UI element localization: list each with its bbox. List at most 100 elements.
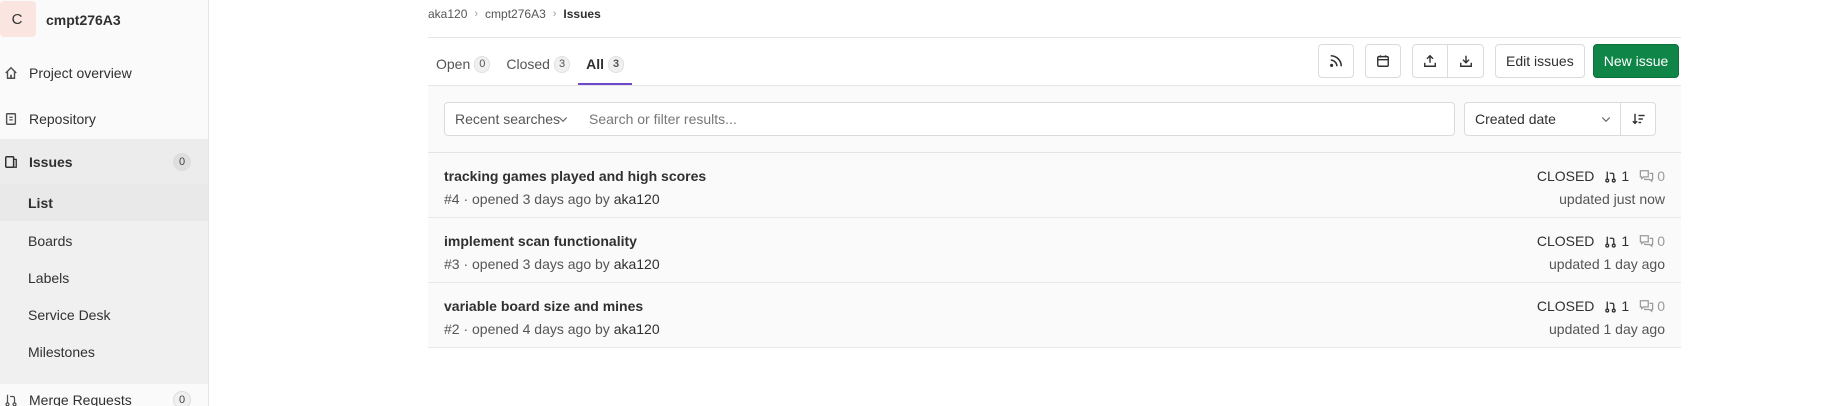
- tab-label: All: [586, 56, 604, 72]
- issue-meta-text: #2 · opened 4 days ago by: [444, 321, 610, 337]
- sidebar-subitem-labels[interactable]: Labels: [0, 259, 208, 296]
- issue-comment-count: 0: [1657, 168, 1665, 184]
- export-button[interactable]: [1412, 44, 1448, 78]
- tab-all[interactable]: All 3: [578, 44, 633, 85]
- issue-meta: #3 · opened 3 days ago by aka120: [444, 256, 660, 272]
- issue-comments[interactable]: 0: [1639, 233, 1665, 249]
- sidebar-item-project-overview[interactable]: Project overview: [0, 50, 208, 95]
- issue-merge-requests: 1: [1604, 168, 1629, 184]
- tab-count-badge: 3: [553, 55, 571, 73]
- sidebar-subitem-milestones[interactable]: Milestones: [0, 333, 208, 370]
- sort-label: Created date: [1475, 111, 1556, 127]
- import-button[interactable]: [1448, 44, 1484, 78]
- issue-author[interactable]: aka120: [614, 321, 660, 337]
- issue-status: CLOSED: [1536, 298, 1595, 314]
- sidebar-subitem-list[interactable]: List: [0, 184, 208, 221]
- breadcrumb-project[interactable]: cmpt276A3: [485, 7, 546, 21]
- sidebar-subitem-boards[interactable]: Boards: [0, 222, 208, 259]
- comments-icon: [1639, 235, 1654, 248]
- search-input[interactable]: [577, 102, 1455, 136]
- issue-meta-text: #3 · opened 3 days ago by: [444, 256, 610, 272]
- issue-info: CLOSED 1 0: [1537, 298, 1665, 314]
- issue-title[interactable]: variable board size and mines: [444, 298, 643, 314]
- export-icon: [1424, 54, 1436, 67]
- sidebar-item-merge-requests[interactable]: Merge Requests 0: [0, 377, 208, 406]
- sidebar-subitem-service-desk[interactable]: Service Desk: [0, 296, 208, 333]
- issue-list: tracking games played and high scores #4…: [428, 153, 1681, 348]
- sort-dropdown[interactable]: Created date: [1464, 102, 1621, 136]
- merge-request-icon: [1605, 236, 1617, 248]
- issue-row[interactable]: variable board size and mines #2 · opene…: [428, 283, 1681, 348]
- recent-searches-label: Recent searches: [455, 111, 561, 127]
- recent-searches-dropdown[interactable]: Recent searches: [444, 102, 578, 136]
- issue-updated: updated 1 day ago: [1549, 256, 1665, 272]
- issue-author[interactable]: aka120: [614, 256, 660, 272]
- merge-request-icon: [1605, 171, 1617, 183]
- issues-count-badge: 0: [173, 152, 191, 171]
- chevron-down-icon: [558, 117, 568, 123]
- calendar-icon: [1377, 55, 1389, 67]
- sidebar-item-label: Repository: [29, 110, 96, 127]
- issue-updated: updated 1 day ago: [1549, 321, 1665, 337]
- breadcrumb-issues[interactable]: Issues: [563, 7, 600, 21]
- issue-row[interactable]: tracking games played and high scores #4…: [428, 153, 1681, 218]
- issue-meta: #4 · opened 3 days ago by aka120: [444, 191, 660, 207]
- issue-info: CLOSED 1 0: [1537, 233, 1665, 249]
- new-issue-button[interactable]: New issue: [1592, 44, 1680, 78]
- issue-author[interactable]: aka120: [614, 191, 660, 207]
- breadcrumb-user[interactable]: aka120: [428, 7, 467, 21]
- issue-mr-count: 1: [1621, 298, 1630, 314]
- chevron-down-icon: [1601, 117, 1611, 123]
- merge-request-icon: [1605, 301, 1617, 313]
- rss-button[interactable]: [1318, 44, 1354, 78]
- tab-open[interactable]: Open 0: [428, 44, 498, 84]
- avatar-letter: C: [11, 10, 23, 28]
- doc-icon: [3, 111, 19, 127]
- calendar-button[interactable]: [1365, 44, 1401, 78]
- issue-comment-count: 0: [1657, 298, 1665, 314]
- sort-lowest-icon: [1631, 113, 1645, 125]
- issue-comment-count: 0: [1657, 233, 1665, 249]
- issue-updated: updated just now: [1559, 191, 1665, 207]
- sort-direction-button[interactable]: [1620, 102, 1656, 136]
- issues-toolbar: Edit issues New issue: [1318, 44, 1680, 80]
- issue-status: CLOSED: [1536, 168, 1595, 184]
- issue-meta: #2 · opened 4 days ago by aka120: [444, 321, 660, 337]
- project-header[interactable]: C cmpt276A3: [0, 0, 208, 40]
- project-name[interactable]: cmpt276A3: [46, 12, 121, 28]
- sidebar-item-repository[interactable]: Repository: [0, 96, 208, 141]
- tab-closed[interactable]: Closed 3: [498, 44, 578, 84]
- issue-mr-count: 1: [1621, 168, 1630, 184]
- issue-title[interactable]: tracking games played and high scores: [444, 168, 706, 184]
- home-icon: [3, 65, 19, 81]
- tab-count-badge: 3: [607, 55, 625, 73]
- issue-row[interactable]: implement scan functionality #3 · opened…: [428, 218, 1681, 283]
- chevron-right-icon: ›: [552, 8, 557, 20]
- issue-meta-text: #4 · opened 3 days ago by: [444, 191, 610, 207]
- issue-comments[interactable]: 0: [1639, 168, 1665, 184]
- import-icon: [1459, 55, 1472, 67]
- issue-status: CLOSED: [1536, 233, 1595, 249]
- issue-mr-count: 1: [1621, 233, 1630, 249]
- issues-icon: [3, 154, 19, 170]
- comments-icon: [1639, 170, 1654, 183]
- issue-info: CLOSED 1 0: [1537, 168, 1665, 184]
- sidebar-item-label: Issues: [29, 153, 73, 170]
- breadcrumb: aka120 › cmpt276A3 › Issues: [428, 6, 601, 22]
- issue-merge-requests: 1: [1604, 233, 1629, 249]
- tab-count-badge: 0: [474, 55, 491, 73]
- edit-issues-button[interactable]: Edit issues: [1495, 44, 1585, 78]
- issue-comments[interactable]: 0: [1639, 298, 1665, 314]
- project-avatar[interactable]: C: [0, 1, 36, 37]
- issue-title[interactable]: implement scan functionality: [444, 233, 637, 249]
- issue-merge-requests: 1: [1604, 298, 1629, 314]
- merge-request-icon: [3, 392, 19, 406]
- rss-icon: [1330, 54, 1343, 67]
- filter-bar: Recent searches Created date: [428, 85, 1681, 153]
- sidebar-item-issues[interactable]: Issues 0: [0, 139, 208, 184]
- comments-icon: [1639, 300, 1654, 313]
- chevron-right-icon: ›: [474, 8, 479, 20]
- sidebar: C cmpt276A3 Project overview Repository …: [0, 0, 209, 406]
- issue-state-tabs: Open 0 Closed 3 All 3: [428, 44, 633, 85]
- sidebar-item-label: Merge Requests: [29, 391, 132, 406]
